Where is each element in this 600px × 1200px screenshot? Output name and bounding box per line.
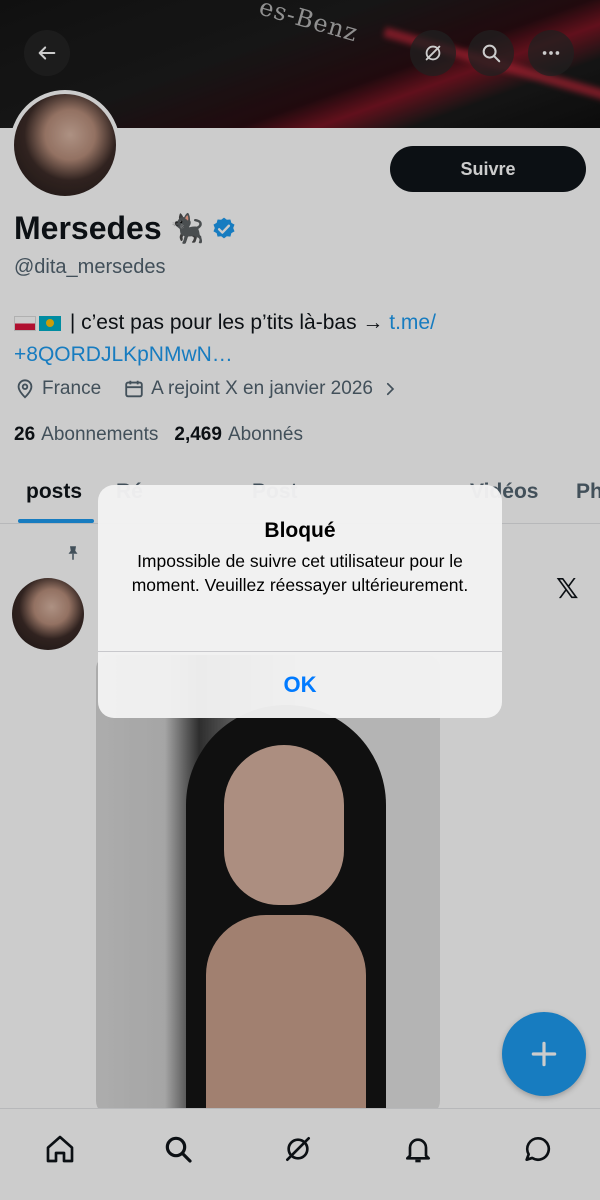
blocked-alert-dialog: Bloqué Impossible de suivre cet utilisat… [98,485,502,718]
alert-title: Bloqué [264,519,336,542]
alert-message: Impossible de suivre cet utilisateur pou… [131,551,469,595]
ok-button[interactable]: OK [98,652,502,718]
